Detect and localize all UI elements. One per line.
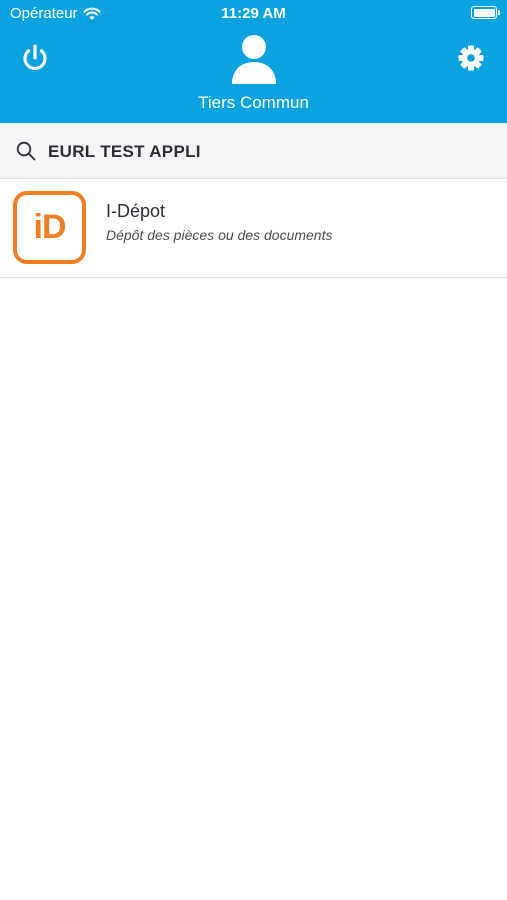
- app-header: Opérateur 11:29 AM Tiers Commun: [0, 0, 507, 123]
- app-icon-label: iD: [33, 208, 67, 246]
- user-name: Tiers Commun: [198, 93, 309, 112]
- battery-icon: [471, 6, 500, 19]
- search-input[interactable]: EURL TEST APPLI: [48, 142, 201, 162]
- power-button[interactable]: [18, 41, 52, 75]
- status-bar: Opérateur 11:29 AM: [0, 0, 507, 28]
- search-icon: [16, 141, 36, 161]
- clock: 11:29 AM: [221, 5, 286, 22]
- user-avatar-icon: [232, 35, 276, 84]
- gear-icon: [458, 45, 484, 71]
- list-item-idepot[interactable]: iD I-Dépot Dépôt des pièces ou des docum…: [0, 179, 507, 278]
- item-subtitle: Dépôt des pièces ou des documents: [106, 227, 333, 243]
- item-title: I-Dépot: [106, 201, 166, 221]
- search-bar[interactable]: EURL TEST APPLI: [0, 123, 507, 179]
- power-icon: [23, 44, 47, 71]
- settings-button[interactable]: [454, 41, 488, 75]
- app-list: iD I-Dépot Dépôt des pièces ou des docum…: [0, 179, 507, 278]
- idepot-app-icon: iD: [13, 191, 86, 264]
